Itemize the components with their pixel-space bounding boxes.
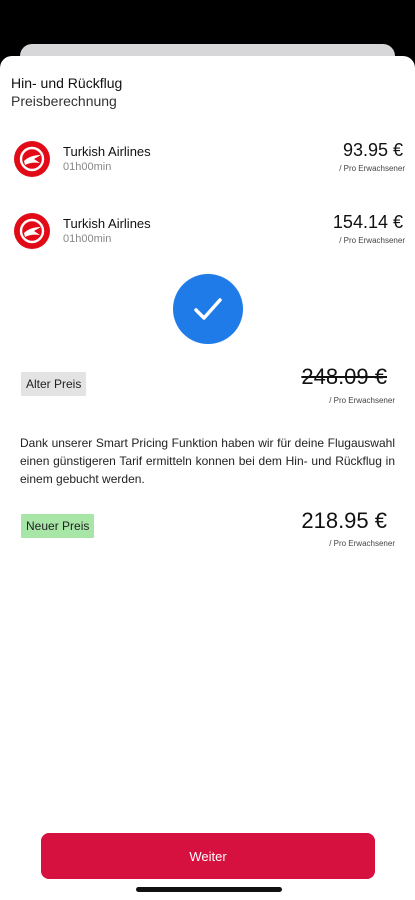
flight-price-unit: / Pro Erwachsener [339,236,405,245]
turkish-airlines-logo-icon [14,141,50,177]
airline-name: Turkish Airlines [63,216,151,231]
airline-name: Turkish Airlines [63,144,151,159]
home-indicator [136,887,282,892]
old-price-label: Alter Preis [21,372,87,396]
sheet-title: Hin- und Rückflug [11,75,123,91]
sheet-subtitle: Preisberechnung [11,93,117,109]
old-price-unit: / Pro Erwachsener [329,396,395,405]
new-price-label: Neuer Preis [21,514,95,538]
sheet-header: Hin- und Rückflug Preisberechnung [11,74,122,110]
new-price-value: 218.95 € [301,508,387,533]
new-price-unit: / Pro Erwachsener [329,539,395,548]
smart-pricing-description: Dank unserer Smart Pricing Funktion habe… [20,436,395,486]
continue-button[interactable]: Weiter [41,833,375,879]
flight-row-return: Turkish Airlines 01h00min 154.14 € / Pro… [0,210,415,254]
flight-price-unit: / Pro Erwachsener [339,164,405,173]
flight-duration: 01h00min [63,161,112,173]
old-price-value: 248.09 € [301,364,387,389]
flight-price: 154.14 € [332,212,403,232]
turkish-airlines-logo-icon [14,213,50,249]
flight-row-outbound: Turkish Airlines 01h00min 93.95 € / Pro … [0,138,415,182]
price-sheet: Hin- und Rückflug Preisberechnung Turkis… [0,56,415,900]
flight-duration: 01h00min [63,233,112,245]
checkmark-icon [173,274,243,344]
flight-price: 93.95 € [342,140,403,160]
